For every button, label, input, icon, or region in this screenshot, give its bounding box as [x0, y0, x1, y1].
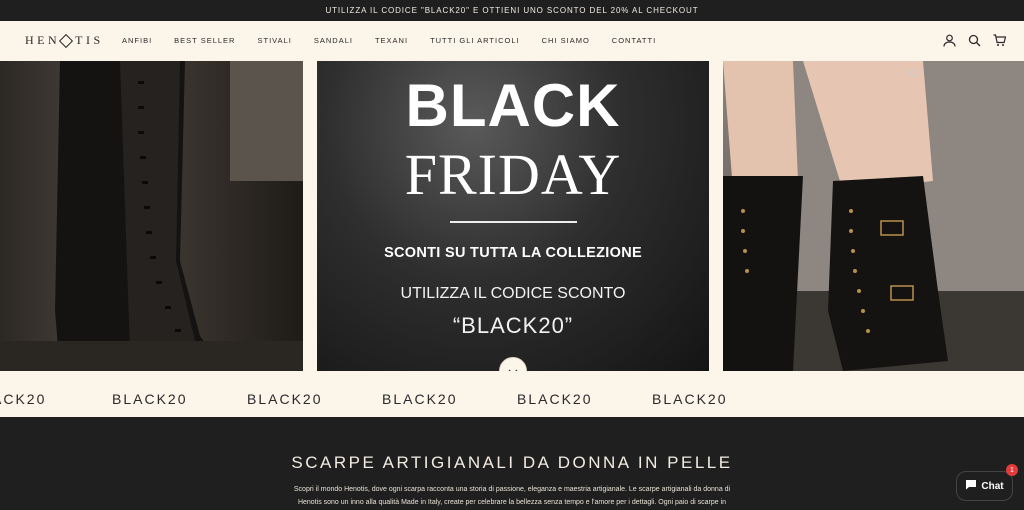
banner-code-label: UTILIZZA IL CODICE SCONTO: [400, 285, 626, 302]
nav-chi-siamo[interactable]: CHI SIAMO: [542, 36, 590, 45]
nav-stivali[interactable]: STIVALI: [257, 36, 291, 45]
hero-banner: BLACK FRIDAY SCONTI SU TUTTA LA COLLEZIO…: [0, 61, 1024, 385]
announcement-bar: UTILIZZA IL CODICE "BLACK20" E OTTIENI U…: [0, 0, 1024, 21]
nav-tutti-gli-articoli[interactable]: TUTTI GLI ARTICOLI: [430, 36, 520, 45]
nav-sandali[interactable]: SANDALI: [314, 36, 353, 45]
nav-anfibi[interactable]: ANFIBI: [122, 36, 152, 45]
nav-texani[interactable]: TEXANI: [375, 36, 408, 45]
announcement-text: UTILIZZA IL CODICE "BLACK20" E OTTIENI U…: [325, 6, 699, 15]
black-friday-banner[interactable]: BLACK FRIDAY SCONTI SU TUTTA LA COLLEZIO…: [317, 61, 709, 371]
promo-marquee: ACK20 BLACK20 BLACK20 BLACK20 BLACK20 BL…: [0, 371, 1024, 417]
marquee-item: ACK20: [0, 391, 47, 407]
cart-icon[interactable]: [993, 34, 1007, 47]
logo-text-right: TIS: [75, 33, 104, 47]
nav-best-seller[interactable]: BEST SELLER: [174, 36, 235, 45]
banner-headline-black: BLACK: [405, 72, 621, 139]
logo-text-left: HEN: [25, 33, 61, 47]
logo-diamond-icon: [59, 33, 74, 48]
header-icons: [943, 34, 1007, 47]
main-nav: ANFIBI BEST SELLER STIVALI SANDALI TEXAN…: [122, 36, 678, 45]
nav-contatti[interactable]: CONTATTI: [612, 36, 656, 45]
section-text-line-1: Scopri il mondo Henotis, dove ogni scarp…: [293, 486, 731, 493]
logo[interactable]: HEN TIS: [25, 33, 104, 48]
marquee-item: BLACK20: [247, 391, 323, 407]
site-header: HEN TIS ANFIBI BEST SELLER STIVALI SANDA…: [0, 21, 1024, 61]
marquee-item: BLACK20: [517, 391, 593, 407]
hero-image-left[interactable]: [0, 61, 303, 371]
search-icon[interactable]: [968, 34, 981, 47]
section-text: Scopri il mondo Henotis, dove ogni scarp…: [250, 483, 774, 509]
marquee-item: BLACK20: [382, 391, 458, 407]
hero-image-right[interactable]: [723, 61, 1024, 371]
intro-section: SCARPE ARTIGIANALI DA DONNA IN PELLE Sco…: [0, 417, 1024, 510]
marquee-item: BLACK20: [652, 391, 728, 407]
chat-notification-badge: 1: [1006, 464, 1018, 476]
banner-headline-friday: FRIDAY: [404, 142, 622, 207]
user-icon[interactable]: [943, 34, 956, 47]
section-text-line-2: Henotis sono un inno alla qualità Made i…: [297, 499, 727, 506]
marquee-item: BLACK20: [112, 391, 188, 407]
section-title: SCARPE ARTIGIANALI DA DONNA IN PELLE: [291, 453, 733, 472]
chat-button[interactable]: Chat: [956, 471, 1013, 501]
banner-subtitle: SCONTI SU TUTTA LA COLLEZIONE: [384, 245, 642, 261]
chat-bubble-icon: [965, 479, 977, 493]
banner-divider: [450, 221, 577, 223]
chat-label: Chat: [981, 480, 1004, 492]
banner-code-value: “BLACK20”: [452, 313, 574, 338]
